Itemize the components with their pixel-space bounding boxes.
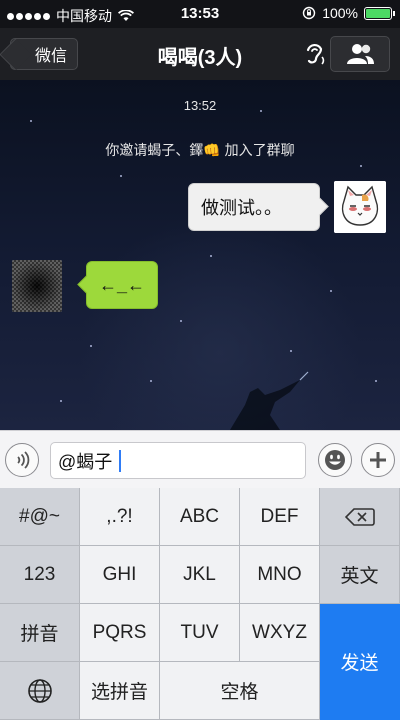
- key-english[interactable]: 英文: [320, 546, 400, 604]
- key-numbers[interactable]: 123: [0, 546, 80, 604]
- message-text: 做测试。。: [201, 198, 282, 218]
- key-send[interactable]: 发送: [320, 604, 400, 720]
- key-jkl[interactable]: JKL: [160, 546, 240, 604]
- backspace-icon: [344, 507, 375, 526]
- key-ghi[interactable]: GHI: [80, 546, 160, 604]
- ear-icon[interactable]: [302, 40, 326, 68]
- key-pqrs[interactable]: PQRS: [80, 604, 160, 662]
- key-space[interactable]: 空格: [160, 662, 320, 720]
- group-members-button[interactable]: [330, 36, 390, 72]
- key-globe[interactable]: [0, 662, 80, 720]
- key-select-pinyin[interactable]: 选拼音: [80, 662, 160, 720]
- cat-avatar-icon: [334, 181, 386, 233]
- globe-icon: [27, 678, 52, 703]
- key-tuv[interactable]: TUV: [160, 604, 240, 662]
- message-input[interactable]: @蝎子: [50, 442, 306, 479]
- message-input-value: @蝎子: [58, 451, 113, 472]
- emoji-button[interactable]: [318, 443, 352, 477]
- avatar[interactable]: [334, 181, 386, 233]
- message-bubble-outgoing[interactable]: 做测试。。: [188, 183, 320, 231]
- keyboard: #@~ ,.?! ABC DEF 123 GHI JKL MNO 英文 拼音 P…: [0, 488, 400, 720]
- message-timestamp: 13:52: [183, 98, 217, 113]
- key-symbols[interactable]: #@~: [0, 488, 80, 546]
- key-punctuation[interactable]: ,.?!: [80, 488, 160, 546]
- message-bubble-incoming[interactable]: ←_←: [86, 261, 158, 309]
- nav-bar: 微信 喝喝(3人): [0, 28, 400, 80]
- more-options-button[interactable]: [361, 443, 395, 477]
- key-mno[interactable]: MNO: [240, 546, 320, 604]
- battery-percent: 100%: [322, 5, 358, 21]
- key-abc[interactable]: ABC: [160, 488, 240, 546]
- system-message: 你邀请蝎子、鐸👊 加入了群聊: [105, 142, 295, 158]
- key-pinyin[interactable]: 拼音: [0, 604, 80, 662]
- input-bar: @蝎子: [0, 430, 400, 488]
- key-wxyz[interactable]: WXYZ: [240, 604, 320, 662]
- key-def[interactable]: DEF: [240, 488, 320, 546]
- group-members-icon: [347, 44, 374, 64]
- text-caret: [119, 449, 122, 472]
- status-bar: 中国移动 13:53 100%: [0, 0, 400, 28]
- plus-icon: [370, 452, 386, 468]
- status-right: 100%: [302, 5, 395, 21]
- background-figure: [230, 371, 309, 430]
- voice-input-button[interactable]: [5, 443, 39, 477]
- rotation-lock-icon: [302, 6, 316, 20]
- voice-wave-icon: [17, 451, 30, 469]
- avatar[interactable]: [12, 260, 62, 312]
- chat-area[interactable]: 13:52 你邀请蝎子、鐸👊 加入了群聊 做测试。。 ←_←: [0, 80, 400, 430]
- message-text: ←_←: [98, 274, 145, 295]
- smiley-icon: [325, 450, 345, 470]
- battery-icon: [364, 6, 395, 20]
- key-backspace[interactable]: [320, 488, 400, 546]
